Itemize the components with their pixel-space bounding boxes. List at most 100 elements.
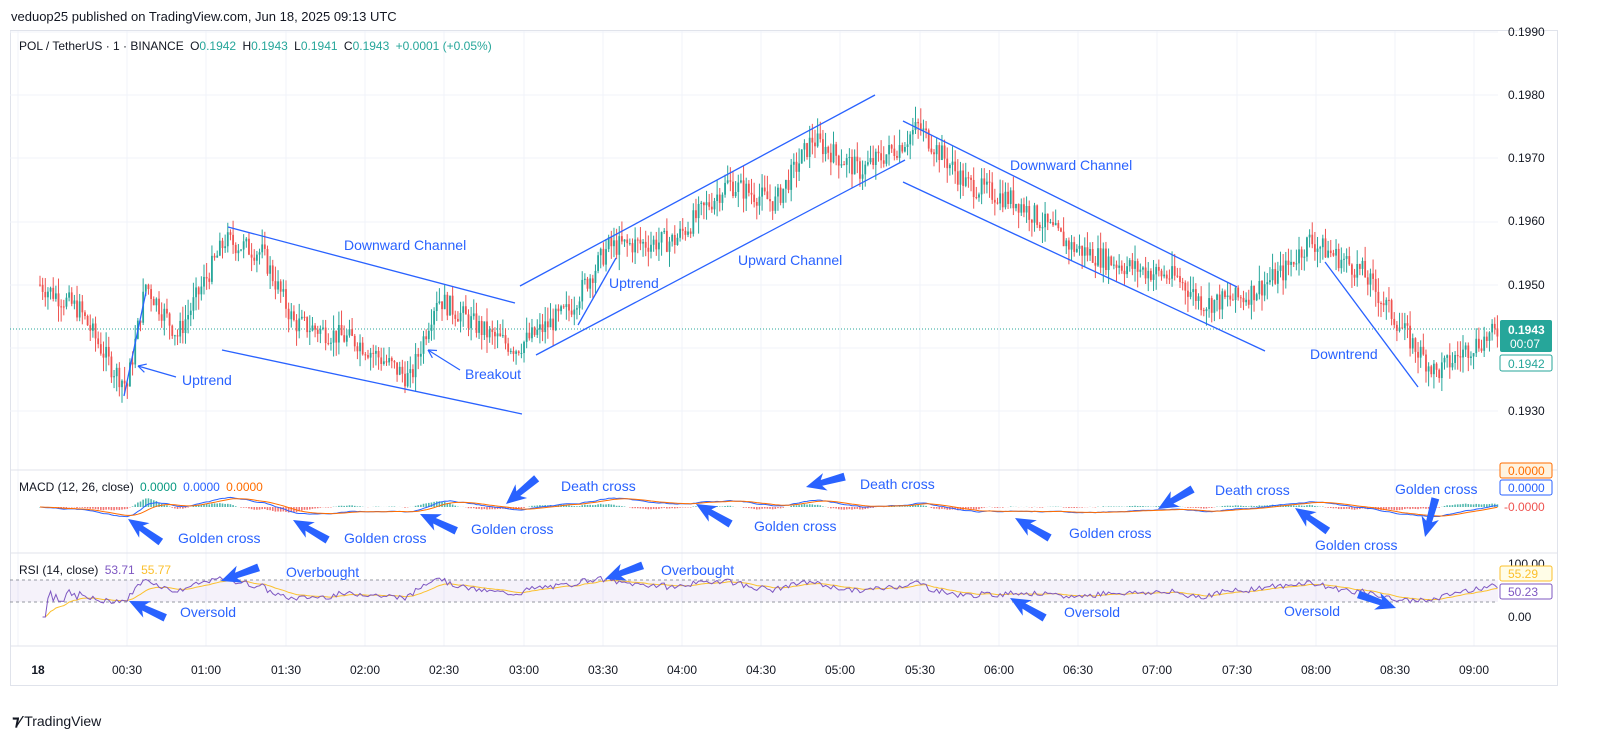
trend-line[interactable] [221, 349, 523, 415]
annotation-death-cross-3[interactable]: Death cross [1215, 482, 1290, 498]
candle [73, 294, 76, 310]
macd-histogram-bar [808, 504, 811, 507]
macd-label[interactable]: MACD (12, 26, close) [19, 480, 134, 494]
candle [512, 346, 515, 362]
macd-histogram-bar [814, 504, 816, 507]
candle [1380, 301, 1382, 318]
countdown: 00:07 [1510, 337, 1540, 351]
candle [956, 159, 959, 192]
candle [330, 337, 332, 351]
trend-line[interactable] [577, 257, 617, 326]
macd-histogram-bar [1443, 505, 1446, 507]
candle [676, 233, 679, 246]
annotation-golden-cross-5[interactable]: Golden cross [1069, 525, 1151, 541]
candle [1300, 246, 1303, 271]
macd-histogram-bar [314, 507, 316, 509]
macd-histogram-bar [271, 507, 274, 511]
macd-histogram-bar [1417, 507, 1419, 510]
candle [1224, 289, 1226, 300]
trend-line[interactable] [902, 181, 1266, 352]
annotation-golden-cross-3[interactable]: Golden cross [471, 521, 553, 537]
macd-histogram-bar [1247, 506, 1250, 507]
macd-histogram-bar [721, 506, 724, 507]
macd-histogram-bar [248, 507, 250, 509]
candle [166, 298, 168, 318]
candle [398, 361, 401, 376]
annotation-downtrend[interactable]: Downtrend [1310, 346, 1378, 362]
candle [195, 277, 197, 311]
annotation-breakout[interactable]: Breakout [465, 366, 521, 382]
annotation-golden-cross-4[interactable]: Golden cross [754, 518, 836, 534]
annotation-golden-cross-6[interactable]: Golden cross [1315, 537, 1397, 553]
candle [232, 220, 234, 254]
macd-histogram-bar [303, 507, 306, 510]
candle [581, 271, 584, 310]
candle [1430, 364, 1433, 378]
candle [959, 161, 962, 199]
macd-histogram-bar [1464, 503, 1467, 507]
macd-histogram-bar [121, 507, 123, 510]
macd-histogram-bar [1332, 507, 1335, 509]
candle [1242, 290, 1245, 311]
macd-histogram-bar [1308, 504, 1311, 507]
annotation-overbought-2[interactable]: Overbought [661, 562, 734, 578]
open-value: 0.1942 [199, 39, 237, 53]
macd-histogram-bar [240, 507, 242, 508]
candle [200, 276, 203, 301]
price-tick: 0.1960 [1508, 214, 1545, 228]
macd-histogram-bar [343, 505, 345, 507]
annotation-golden-cross-7[interactable]: Golden cross [1395, 481, 1477, 497]
candle [1091, 241, 1094, 264]
last-price-tag[interactable]: 0.194300:07 [1500, 320, 1552, 352]
annotation-oversold-3[interactable]: Oversold [1284, 603, 1340, 619]
symbol-label[interactable]: POL / TetherUS · 1 · BINANCE [19, 39, 184, 53]
candle [980, 168, 983, 205]
candle [578, 296, 581, 316]
candle [1276, 261, 1279, 294]
macd-histogram-bar [229, 504, 232, 507]
annotation-death-cross-2[interactable]: Death cross [860, 476, 935, 492]
candle [147, 283, 150, 295]
candle [250, 243, 253, 272]
macd-histogram-bar [226, 503, 229, 507]
annotation-oversold-1[interactable]: Oversold [180, 604, 236, 620]
svg-text:0.0000: 0.0000 [1508, 481, 1545, 495]
candle [642, 239, 644, 257]
trend-line[interactable] [535, 159, 906, 356]
candle [1266, 273, 1269, 300]
candle [433, 307, 436, 340]
candle [576, 305, 578, 320]
candle [94, 316, 97, 352]
candle [1147, 262, 1150, 292]
candle [763, 175, 766, 196]
macd-histogram-bar [264, 507, 266, 509]
low-value: 0.1941 [300, 39, 338, 53]
candle [1358, 263, 1361, 276]
macd-histogram-bar [100, 507, 102, 510]
macd-histogram-bar [599, 503, 602, 507]
annotation-uptrend-1[interactable]: Uptrend [182, 372, 232, 388]
annotation-overbought-1[interactable]: Overbought [286, 564, 359, 580]
footer-brand[interactable]: ⁊⁄ TradingView [12, 712, 101, 730]
annotation-oversold-2[interactable]: Oversold [1064, 604, 1120, 620]
macd-histogram-bar [782, 507, 785, 508]
annotation-golden-cross-1[interactable]: Golden cross [178, 530, 260, 546]
annotation-downward-channel-2[interactable]: Downward Channel [1010, 157, 1132, 173]
candle [92, 318, 94, 338]
macd-histogram-bar [1422, 507, 1425, 509]
annotation-golden-cross-2[interactable]: Golden cross [344, 530, 426, 546]
candle [369, 347, 372, 371]
candle [964, 162, 967, 188]
annotation-upward-channel[interactable]: Upward Channel [738, 252, 842, 268]
annotation-downward-channel-1[interactable]: Downward Channel [344, 237, 466, 253]
chart-svg[interactable]: Downward Channel Upward Channel Downward C… [0, 0, 1600, 738]
rsi-label[interactable]: RSI (14, close) [19, 563, 98, 577]
annotation-uptrend-2[interactable]: Uptrend [609, 275, 659, 291]
macd-histogram-bar [761, 507, 763, 509]
candle [189, 302, 192, 327]
macd-histogram-bar [674, 507, 676, 509]
candle [327, 333, 330, 346]
time-tick: 07:00 [1142, 663, 1172, 677]
annotation-death-cross-1[interactable]: Death cross [561, 478, 636, 494]
trend-line[interactable] [902, 120, 1238, 288]
